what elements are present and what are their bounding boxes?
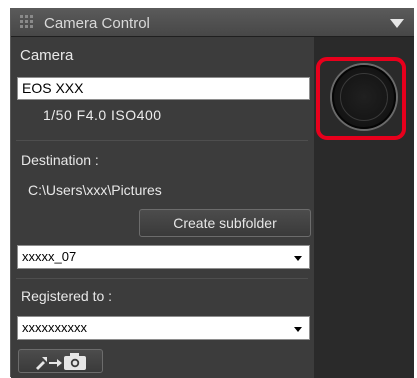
divider xyxy=(16,278,308,279)
shutter-button-ring xyxy=(340,73,388,121)
camera-model-field[interactable]: EOS XXX xyxy=(17,77,310,100)
chevron-down-icon xyxy=(294,327,302,332)
camera-settings-readout: 1/50 F4.0 ISO400 xyxy=(43,107,162,123)
window-title: Camera Control xyxy=(44,15,150,32)
chevron-down-icon xyxy=(294,256,302,261)
shutter-button-icon[interactable] xyxy=(332,65,396,129)
transfer-to-camera-button[interactable] xyxy=(18,349,103,373)
destination-path: C:\Users\xxx\Pictures xyxy=(28,182,162,198)
registered-to-select-value: xxxxxxxxxx xyxy=(22,320,87,335)
subfolder-select[interactable]: xxxxx_07 xyxy=(17,245,310,269)
title-bar[interactable]: Camera Control xyxy=(11,9,414,37)
camera-label: Camera xyxy=(20,47,74,64)
create-subfolder-button[interactable]: Create subfolder xyxy=(139,209,311,237)
destination-label: Destination : xyxy=(21,152,99,168)
subfolder-select-value: xxxxx_07 xyxy=(22,249,77,264)
registered-to-label: Registered to : xyxy=(21,288,113,304)
chevron-down-icon[interactable] xyxy=(390,19,404,28)
registered-to-select[interactable]: xxxxxxxxxx xyxy=(17,316,310,340)
grip-icon[interactable] xyxy=(20,15,36,31)
divider xyxy=(16,140,308,141)
transfer-to-camera-icon xyxy=(35,353,86,370)
